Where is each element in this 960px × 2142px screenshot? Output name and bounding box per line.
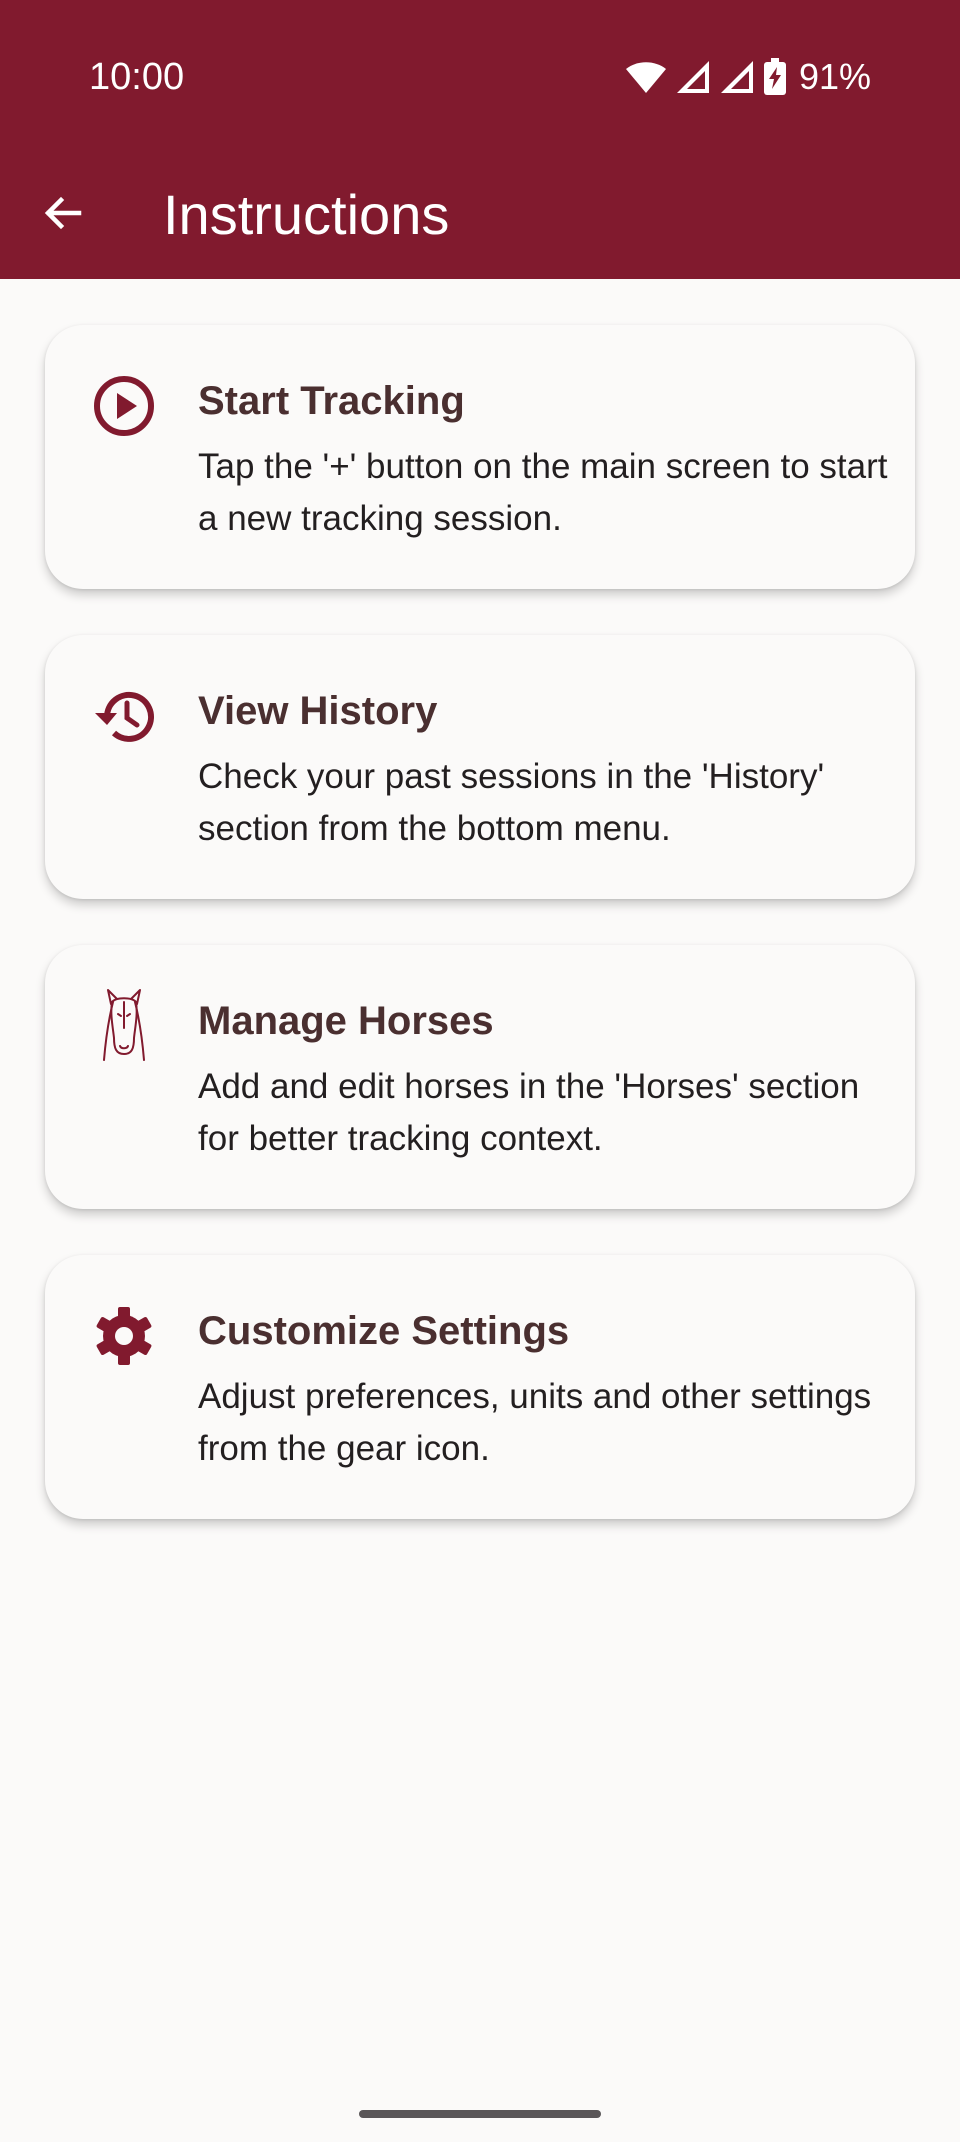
back-button[interactable] [30, 180, 96, 246]
page-title: Instructions [163, 183, 450, 246]
cell-signal-icon-2 [720, 61, 753, 93]
card-description: Adjust preferences, units and other sett… [198, 1377, 872, 1468]
horse-head-icon [91, 989, 157, 1061]
card-title: Manage Horses [198, 999, 494, 1043]
cell-signal-icon [676, 61, 709, 93]
status-time: 10:00 [89, 56, 185, 98]
gear-icon [91, 1303, 157, 1369]
card-description: Tap the '+' button on the main screen to… [198, 447, 888, 538]
card-title: View History [198, 689, 438, 733]
card-description: Check your past sessions in the 'History… [198, 757, 825, 848]
app-bar: 10:00 91% Instructions [0, 0, 960, 279]
card-description: Add and edit horses in the 'Horses' sect… [198, 1067, 860, 1158]
history-icon [91, 683, 157, 749]
home-indicator[interactable] [359, 2110, 601, 2118]
arrow-back-icon [44, 196, 82, 230]
wifi-icon [625, 62, 666, 93]
battery-percentage: 91% [798, 56, 871, 97]
instruction-card-manage-horses: Manage Horses Add and edit horses in the… [45, 945, 915, 1209]
instruction-card-customize-settings: Customize Settings Adjust preferences, u… [45, 1255, 915, 1519]
card-title: Start Tracking [198, 379, 465, 423]
card-title: Customize Settings [198, 1309, 570, 1353]
battery-charging-icon [763, 58, 786, 95]
status-icons: 91% [625, 52, 871, 102]
instruction-card-start-tracking: Start Tracking Tap the '+' button on the… [45, 325, 915, 589]
play-circle-icon [91, 373, 157, 439]
instruction-card-view-history: View History Check your past sessions in… [45, 635, 915, 899]
instruction-cards: Start Tracking Tap the '+' button on the… [45, 325, 915, 1565]
